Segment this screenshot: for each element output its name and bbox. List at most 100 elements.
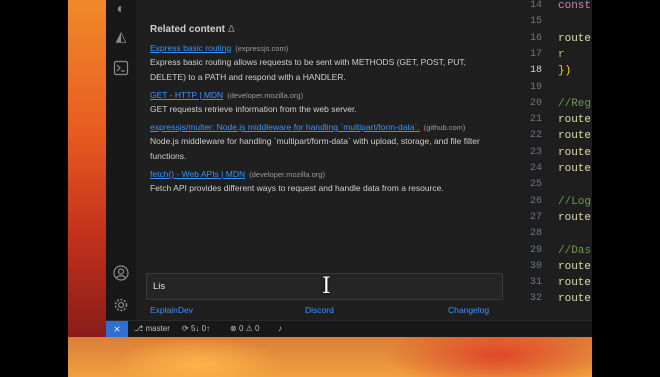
discord-link[interactable]: Discord: [305, 305, 334, 315]
panel-title-text: Related content: [150, 24, 226, 35]
query-input-box[interactable]: I: [146, 273, 503, 300]
error-count: 0: [238, 324, 244, 333]
list-item: GET - HTTP | MDN (developer.mozilla.org) …: [150, 89, 490, 117]
code-text: route: [558, 146, 592, 159]
result-link[interactable]: expressjs/multer: Node.js middleware for…: [150, 122, 420, 132]
line-number: 21: [529, 114, 542, 126]
code-text: route: [558, 293, 592, 306]
remote-button[interactable]: ⨯: [106, 321, 128, 337]
warning-count: 0: [255, 324, 260, 333]
line-number: 30: [529, 260, 542, 272]
result-description: Express basic routing allows requests to…: [150, 57, 467, 82]
line-number: 31: [529, 277, 542, 289]
sync-indicator[interactable]: ⟳ 5↓ 0↑: [182, 324, 210, 333]
code-text: //Reg: [558, 97, 592, 110]
editor-window: ◐ ◭ Related content Δ Express basic routi…: [106, 0, 592, 337]
line-number: 14: [529, 0, 542, 11]
bell-icon[interactable]: ♪: [278, 324, 282, 333]
settings-gear-icon[interactable]: [113, 297, 129, 313]
code-line: 24 route: [506, 163, 592, 179]
result-domain: (developer.mozilla.org): [227, 91, 304, 100]
code-line: 25: [506, 179, 592, 195]
panel-footer: ExplainDev Discord Changelog: [150, 305, 495, 317]
changelog-link[interactable]: Changelog: [448, 305, 489, 315]
line-number: 26: [529, 195, 542, 207]
code-text: //Log: [558, 195, 592, 208]
related-content-panel: Related content Δ Express basic routing (e…: [136, 0, 507, 320]
code-text: route: [558, 260, 592, 273]
code-line: 27 route: [506, 212, 592, 228]
result-link[interactable]: GET - HTTP | MDN: [150, 90, 223, 100]
panel-title: Related content Δ: [150, 24, 235, 35]
line-number: 29: [529, 244, 542, 256]
line-number: 16: [529, 32, 542, 44]
line-number: 23: [529, 146, 542, 158]
list-item: expressjs/multer: Node.js middleware for…: [150, 121, 490, 164]
azure-icon[interactable]: ◭: [113, 28, 129, 44]
code-line: 30 route: [506, 261, 592, 277]
result-domain: (expressjs.com): [235, 44, 289, 53]
result-domain: (github.com): [423, 123, 466, 132]
code-text: }): [558, 65, 572, 78]
account-icon[interactable]: [113, 265, 129, 281]
query-input[interactable]: [153, 279, 453, 293]
code-line: 23 route: [506, 147, 592, 163]
status-bar: ⨯ ⎇ master ⟳ 5↓ 0↑ ⊗ 0 ⚠ 0 ♪: [106, 320, 592, 337]
code-text: route: [558, 114, 592, 127]
code-text: const: [558, 0, 592, 12]
code-line: 17 r: [506, 49, 592, 65]
line-number: 32: [529, 293, 542, 305]
related-content-list: Express basic routing (expressjs.com) Exp…: [150, 42, 490, 200]
delta-icon: Δ: [228, 24, 235, 35]
code-text: route: [558, 277, 592, 290]
branch-name: master: [145, 324, 170, 333]
sync-counts: 5↓ 0↑: [190, 324, 211, 333]
code-line: 31 route: [506, 277, 592, 293]
code-text: r: [558, 48, 565, 61]
code-line: 14 const: [506, 0, 592, 16]
list-item: fetch() - Web APIs | MDN (developer.mozil…: [150, 168, 490, 196]
code-line: 32 route: [506, 293, 592, 309]
line-number: 19: [529, 81, 542, 93]
code-text: route: [558, 163, 592, 175]
wallpaper-edge: [68, 0, 106, 337]
terminal-icon[interactable]: [113, 60, 129, 76]
code-line: 22 route: [506, 130, 592, 146]
code-line: 29 //Das: [506, 245, 592, 261]
code-line: 26 //Log: [506, 196, 592, 212]
extension-icon[interactable]: ◐: [113, 0, 129, 16]
problems-indicator[interactable]: ⊗ 0 ⚠ 0: [230, 324, 259, 333]
list-item: Express basic routing (expressjs.com) Exp…: [150, 42, 490, 85]
code-text: route: [558, 211, 592, 224]
line-number: 15: [529, 16, 542, 28]
result-description: Fetch API provides different ways to req…: [150, 183, 444, 193]
line-number: 27: [529, 211, 542, 223]
code-line: 15: [506, 16, 592, 32]
line-number: 17: [529, 48, 542, 60]
line-number: 22: [529, 130, 542, 142]
code-editor[interactable]: 14 const 15 16 route 17 r 18}) 19 20//Reg 21 route…: [506, 0, 592, 320]
activity-bar: ◐ ◭: [106, 0, 136, 320]
result-link[interactable]: fetch() - Web APIs | MDN: [150, 169, 245, 179]
code-text: route: [558, 32, 592, 45]
code-line: 21 route: [506, 114, 592, 130]
line-number: 24: [529, 163, 542, 174]
result-domain: (developer.mozilla.org): [249, 170, 325, 179]
code-line: 28: [506, 228, 592, 244]
line-number: 28: [529, 228, 542, 240]
line-number: 25: [529, 179, 542, 191]
code-line: 18}): [506, 65, 592, 81]
result-link[interactable]: Express basic routing: [150, 43, 231, 53]
code-text: //Das: [558, 244, 592, 257]
explaindev-link[interactable]: ExplainDev: [150, 305, 193, 315]
text-cursor-icon: I: [322, 274, 331, 299]
code-line: 16 route: [506, 33, 592, 49]
line-number: 18: [529, 65, 542, 77]
code-text: route: [558, 130, 592, 143]
branch-indicator[interactable]: ⎇ master: [134, 324, 170, 333]
result-description: GET requests retrieve information from t…: [150, 104, 357, 114]
code-line: 19: [506, 82, 592, 98]
result-description: Node.js middleware for handling `multipa…: [150, 136, 480, 161]
line-number: 20: [529, 97, 542, 109]
code-line: 20 //Reg: [506, 98, 592, 114]
